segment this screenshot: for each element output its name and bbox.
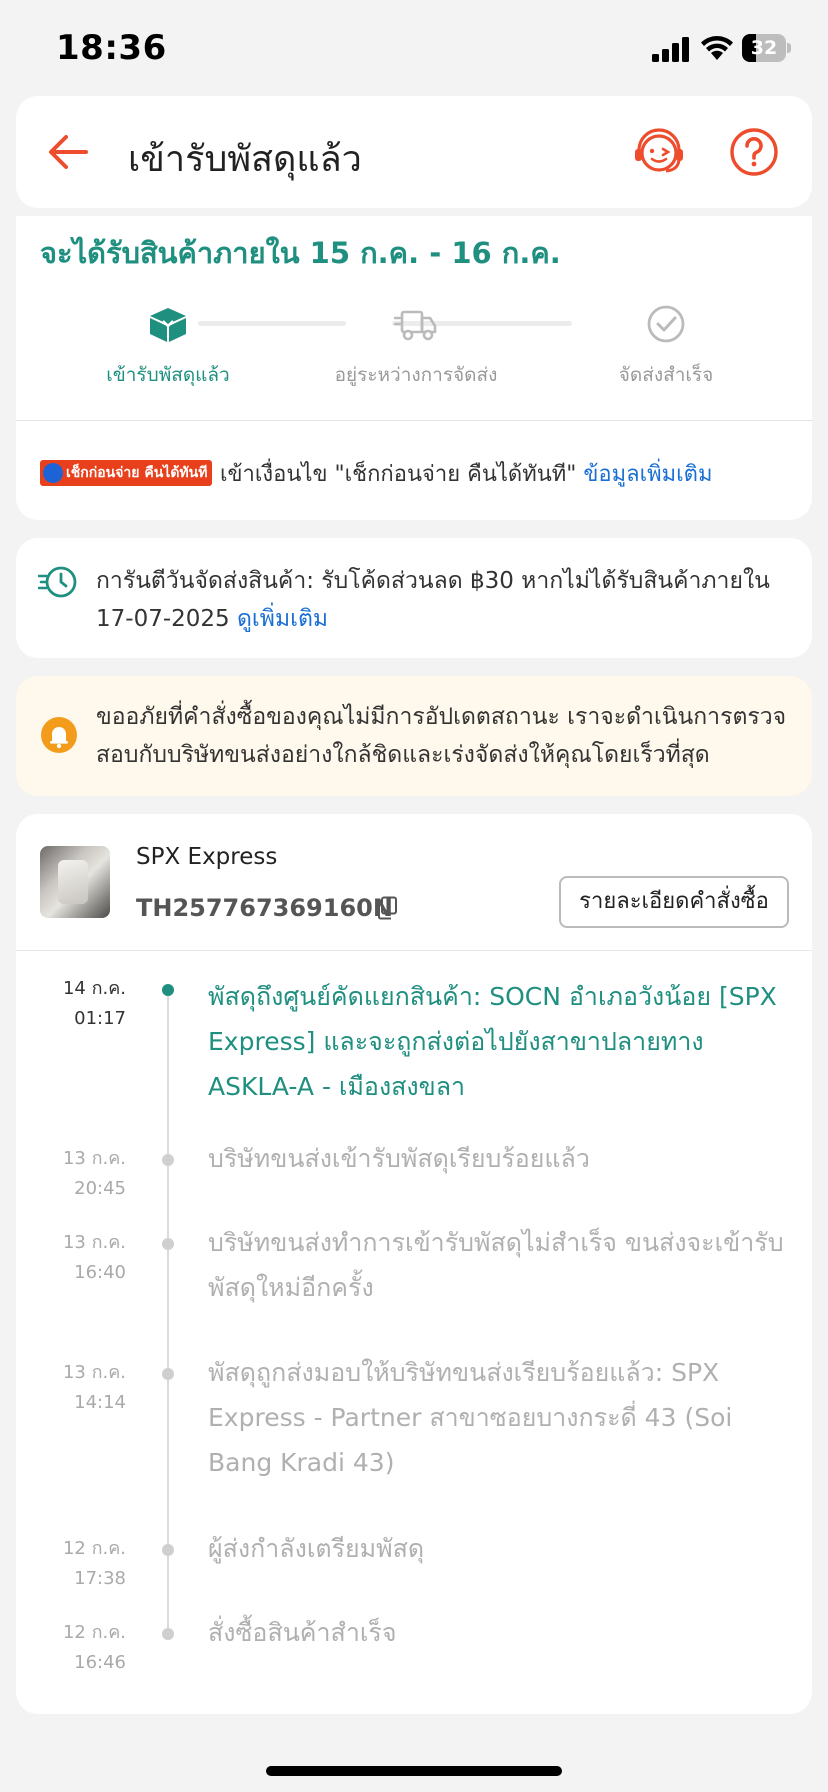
wifi-icon [701,36,733,60]
estimated-delivery-text: จะได้รับสินค้าภายใน 15 ก.ค. - 16 ก.ค. [40,236,561,270]
shipment-tracking-card: SPX Express TH257767369160N รายละเอียดคำ… [16,814,812,1714]
see-more-link[interactable]: ดูเพิ่มเติม [237,606,328,632]
tracking-number: TH257767369160N [136,894,393,922]
top-app-bar: เข้ารับพัสดุแล้ว [16,96,812,208]
event-text: พัสดุถูกส่งมอบให้บริษัทขนส่งเรียบร้อยแล้… [208,1358,733,1477]
promo-condition-text: เข้าเงื่อนไข "เช็กก่อนจ่าย คืนได้ทันที" [220,462,577,487]
notice-text: ขออภัยที่คำสั่งซื้อของคุณไม่มีการอัปเดตส… [96,704,787,768]
check-before-pay-badge: เช็กก่อนจ่าย คืนได้ทันที [40,460,212,486]
timeline-dot [162,1238,174,1250]
check-circle-icon [647,305,685,343]
fast-clock-icon [38,566,77,598]
help-question-icon[interactable] [726,124,782,180]
event-date: 13 ก.ค. 20:45 [62,1148,126,1199]
divider [16,420,812,421]
product-thumbnail[interactable] [40,846,110,918]
event-text: สั่งซื้อสินค้าสำเร็จ [208,1618,397,1647]
page-title: เข้ารับพัสดุแล้ว [128,139,362,180]
event-text: บริษัทขนส่งเข้ารับพัสดุเรียบร้อยแล้ว [208,1144,590,1173]
status-bar: 18:36 32 [0,0,828,96]
box-icon [150,308,186,342]
bell-icon [41,717,77,753]
home-indicator[interactable] [266,1766,562,1776]
back-arrow-icon[interactable] [40,124,96,180]
timeline-dot [162,1154,174,1166]
timeline-dot [162,984,174,996]
divider [16,950,812,951]
step-label-in-transit: อยู่ระหว่างการจัดส่ง [334,364,498,386]
delay-notice-card: ขออภัยที่คำสั่งซื้อของคุณไม่มีการอัปเดตส… [16,676,812,796]
cellular-signal-icon [652,37,689,62]
event-date: 13 ก.ค. 14:14 [62,1362,126,1413]
event-date: 13 ก.ค. 16:40 [62,1232,126,1283]
event-date: 12 ก.ค. 16:46 [62,1622,126,1673]
event-text: ผู้ส่งกำลังเตรียมพัสดุ [208,1534,425,1563]
delivery-guarantee-card: การันตีวันจัดส่งสินค้า: รับโค้ดส่วนลด ฿3… [16,538,812,658]
step-label-delivered: จัดส่งสำเร็จ [618,364,714,386]
step-label-picked-up: เข้ารับพัสดุแล้ว [106,364,230,386]
truck-icon [394,310,437,341]
event-date: 14 ก.ค. 01:17 [62,978,126,1029]
delivery-status-card: จะได้รับสินค้าภายใน 15 ก.ค. - 16 ก.ค. เข… [16,216,812,520]
promo-text: เข้าเงื่อนไข "เช็กก่อนจ่าย คืนได้ทันที" … [220,456,712,491]
status-time: 18:36 [56,28,167,68]
timeline-dot [162,1544,174,1556]
timeline-dot [162,1368,174,1380]
battery-icon: 32 [742,34,791,62]
event-text: บริษัทขนส่งทำการเข้ารับพัสดุไม่สำเร็จ ขน… [208,1228,784,1302]
event-date: 12 ก.ค. 17:38 [62,1538,126,1589]
copy-icon[interactable] [376,896,398,920]
battery-level: 32 [750,37,778,59]
timeline-line [167,986,169,1636]
refresh-icon [43,463,63,483]
chat-support-icon[interactable] [630,124,688,182]
order-detail-button[interactable]: รายละเอียดคำสั่งซื้อ [559,876,789,928]
more-info-link[interactable]: ข้อมูลเพิ่มเติม [583,462,712,487]
timeline-dot [162,1628,174,1640]
progress-track-1 [198,321,346,326]
guarantee-text: การันตีวันจัดส่งสินค้า: รับโค้ดส่วนลด ฿3… [96,568,770,632]
carrier-name: SPX Express [136,844,278,870]
event-text: พัสดุถึงศูนย์คัดแยกสินค้า: SOCN อำเภอวัง… [208,982,777,1101]
